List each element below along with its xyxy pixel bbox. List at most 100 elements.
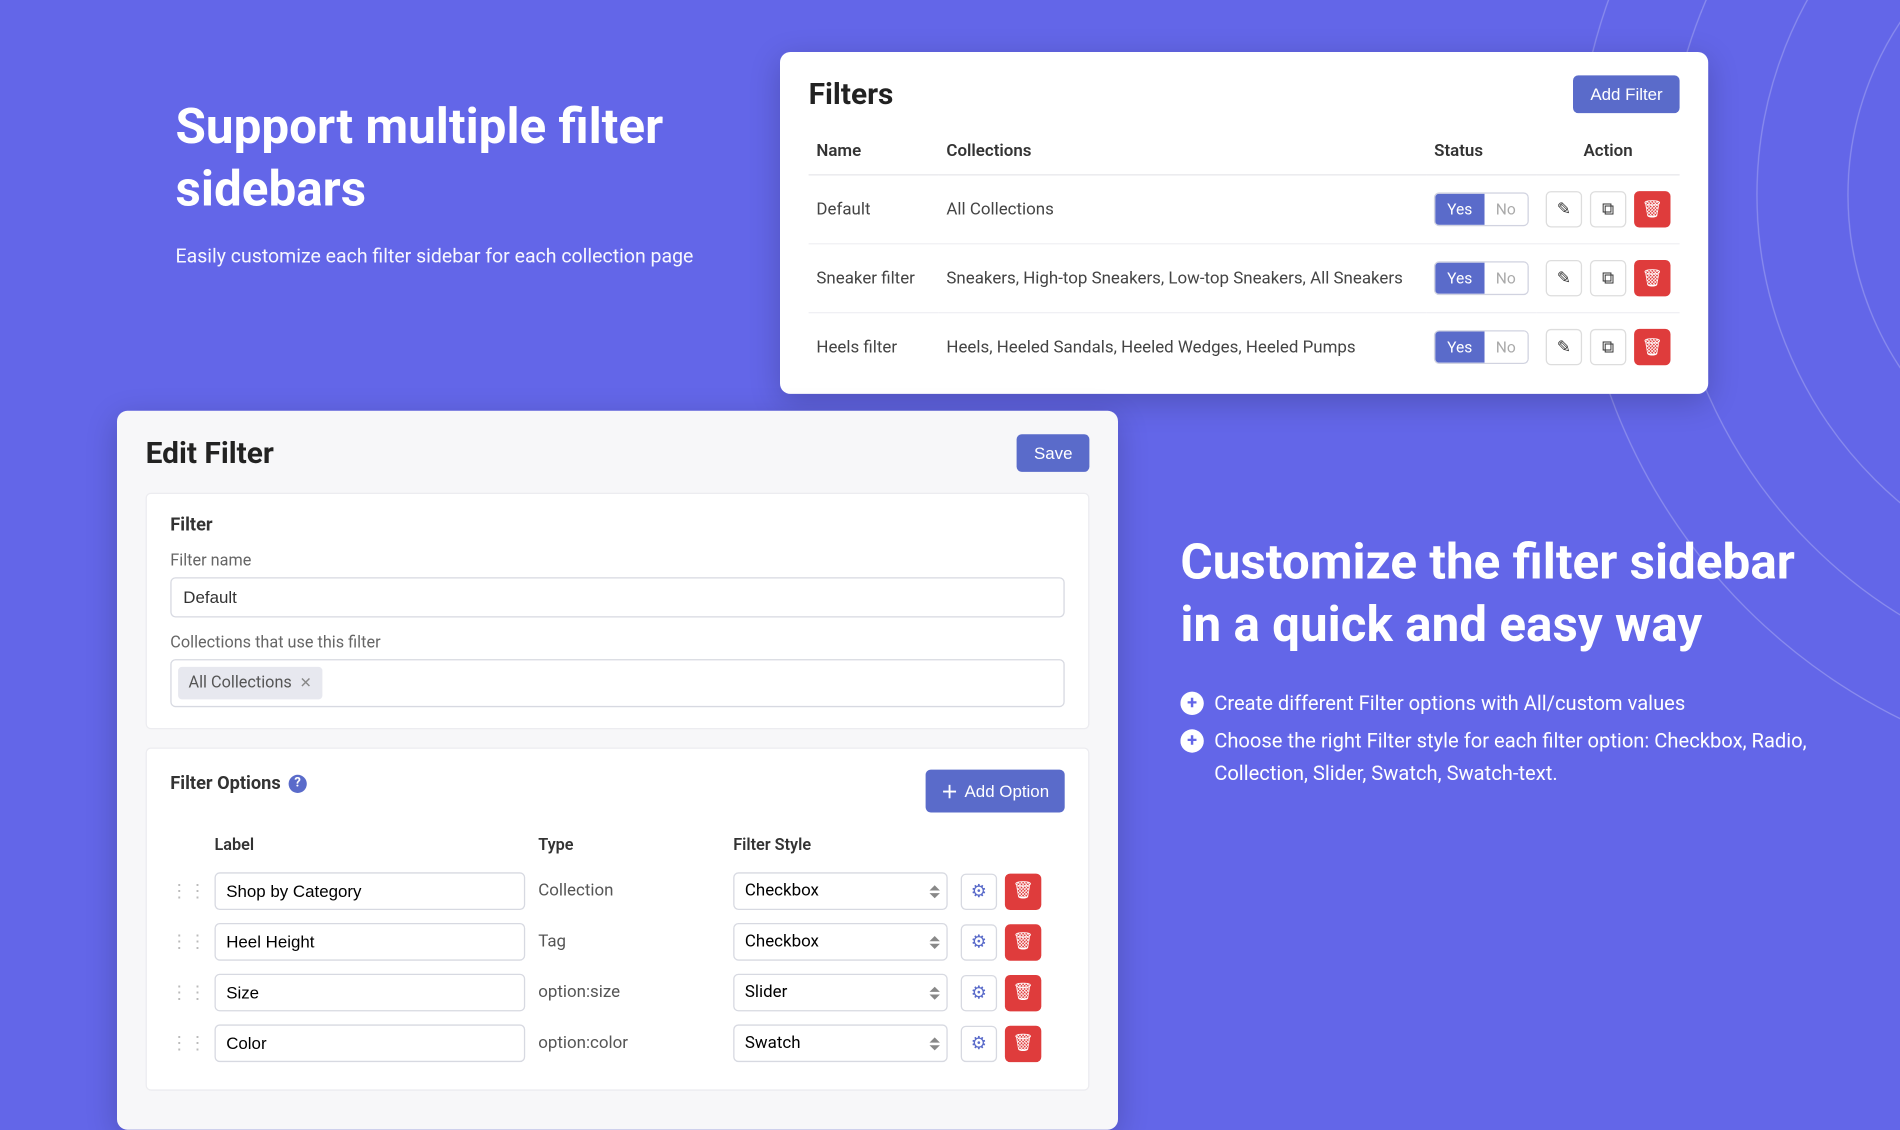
filter-name-cell: Default [809, 175, 939, 244]
gear-icon[interactable]: ⚙ [961, 924, 997, 960]
stepper-arrows-icon[interactable] [929, 986, 939, 999]
toggle-yes[interactable]: Yes [1435, 194, 1484, 225]
filter-options-heading: Filter Options ? [170, 773, 306, 794]
delete-icon[interactable]: 🗑 [1005, 974, 1041, 1010]
gear-icon[interactable]: ⚙ [961, 873, 997, 909]
filter-options-panel: Filter Options ? ＋ Add Option Label Type… [146, 748, 1090, 1091]
filter-name-cell: Heels filter [809, 313, 939, 381]
delete-icon[interactable]: 🗑 [1634, 260, 1670, 296]
th-type: Type [538, 836, 720, 856]
toggle-no[interactable]: No [1484, 332, 1527, 363]
option-type: Collection [538, 881, 720, 901]
option-type: option:size [538, 983, 720, 1003]
th-style: Filter Style [733, 836, 948, 856]
filter-style-select[interactable]: Swatch [733, 1024, 948, 1062]
hero2-bullet: + Create different Filter options with A… [1180, 688, 1830, 720]
hero1-subtitle: Easily customize each filter sidebar for… [176, 244, 800, 267]
status-toggle[interactable]: YesNo [1434, 261, 1529, 295]
option-label-input[interactable] [214, 923, 525, 961]
th-status: Status [1426, 129, 1536, 175]
toggle-yes[interactable]: Yes [1435, 263, 1484, 294]
toggle-yes[interactable]: Yes [1435, 332, 1484, 363]
filter-name-input[interactable] [170, 577, 1064, 617]
gear-icon[interactable]: ⚙ [961, 974, 997, 1010]
delete-icon[interactable]: 🗑 [1005, 924, 1041, 960]
option-label-input[interactable] [214, 1024, 525, 1062]
copy-icon[interactable]: ⧉ [1590, 191, 1626, 227]
gear-icon[interactable]: ⚙ [961, 1025, 997, 1061]
drag-handle-icon[interactable]: ⋮⋮ [170, 881, 201, 902]
edit-icon[interactable]: ✎ [1546, 191, 1582, 227]
filters-card: Filters Add Filter Name Collections Stat… [780, 52, 1708, 394]
filter-style-select[interactable]: Checkbox [733, 923, 948, 961]
status-toggle[interactable]: YesNo [1434, 330, 1529, 364]
filter-collections-cell: Sneakers, High-top Sneakers, Low-top Sne… [939, 244, 1427, 313]
delete-icon[interactable]: 🗑 [1634, 191, 1670, 227]
copy-icon[interactable]: ⧉ [1590, 260, 1626, 296]
filter-options-heading-text: Filter Options [170, 773, 280, 794]
hero2-bullet-text: Choose the right Filter style for each f… [1214, 725, 1830, 789]
hero1-title: Support multiple filter sidebars [176, 98, 800, 221]
option-type: option:color [538, 1034, 720, 1054]
toggle-no[interactable]: No [1484, 194, 1527, 225]
stepper-arrows-icon[interactable] [929, 1037, 939, 1050]
option-label-input[interactable] [214, 974, 525, 1012]
stepper-arrows-icon[interactable] [929, 885, 939, 898]
edit-filter-title: Edit Filter [146, 435, 274, 470]
drag-handle-icon[interactable]: ⋮⋮ [170, 982, 201, 1003]
filter-panel: Filter Filter name Collections that use … [146, 493, 1090, 730]
filter-panel-heading: Filter [170, 515, 1064, 536]
edit-icon[interactable]: ✎ [1546, 329, 1582, 365]
filter-style-value: Checkbox [733, 872, 948, 910]
save-button[interactable]: Save [1017, 434, 1089, 472]
close-icon[interactable]: ✕ [300, 675, 312, 692]
option-type: Tag [538, 932, 720, 952]
th-label: Label [214, 836, 525, 856]
hero2-bullet-text: Create different Filter options with All… [1214, 688, 1685, 720]
filters-table: Name Collections Status Action DefaultAl… [809, 129, 1680, 381]
toggle-no[interactable]: No [1484, 263, 1527, 294]
filter-style-value: Checkbox [733, 923, 948, 961]
filter-collections-cell: Heels, Heeled Sandals, Heeled Wedges, He… [939, 313, 1427, 381]
filter-style-select[interactable]: Checkbox [733, 872, 948, 910]
delete-icon[interactable]: 🗑 [1005, 1025, 1041, 1061]
delete-icon[interactable]: 🗑 [1634, 329, 1670, 365]
th-action: Action [1537, 129, 1680, 175]
filter-row: DefaultAll CollectionsYesNo✎⧉🗑 [809, 175, 1680, 244]
filter-row: Heels filterHeels, Heeled Sandals, Heele… [809, 313, 1680, 381]
option-row: ⋮⋮ Tag Checkbox ⚙🗑 [170, 916, 1064, 967]
filter-name-label: Filter name [170, 551, 1064, 571]
collection-tag[interactable]: All Collections ✕ [178, 667, 322, 700]
stepper-arrows-icon[interactable] [929, 935, 939, 948]
plus-icon: + [1180, 692, 1203, 715]
edit-filter-card: Edit Filter Save Filter Filter name Coll… [117, 411, 1118, 1130]
collections-label: Collections that use this filter [170, 633, 1064, 653]
copy-icon[interactable]: ⧉ [1590, 329, 1626, 365]
help-icon[interactable]: ? [288, 774, 306, 792]
plus-icon: ＋ [941, 779, 958, 804]
collection-tag-label: All Collections [189, 673, 292, 693]
delete-icon[interactable]: 🗑 [1005, 873, 1041, 909]
add-option-button[interactable]: ＋ Add Option [926, 770, 1065, 813]
status-toggle[interactable]: YesNo [1434, 192, 1529, 226]
th-collections: Collections [939, 129, 1427, 175]
filter-row: Sneaker filterSneakers, High-top Sneaker… [809, 244, 1680, 313]
collections-input[interactable]: All Collections ✕ [170, 659, 1064, 707]
hero2-title: Customize the filter sidebar in a quick … [1180, 533, 1830, 657]
th-name: Name [809, 129, 939, 175]
edit-icon[interactable]: ✎ [1546, 260, 1582, 296]
filter-style-select[interactable]: Slider [733, 974, 948, 1012]
option-row: ⋮⋮ Collection Checkbox ⚙🗑 [170, 866, 1064, 917]
filter-style-value: Swatch [733, 1024, 948, 1062]
filter-name-cell: Sneaker filter [809, 244, 939, 313]
filter-collections-cell: All Collections [939, 175, 1427, 244]
filter-style-value: Slider [733, 974, 948, 1012]
drag-handle-icon[interactable]: ⋮⋮ [170, 931, 201, 952]
option-row: ⋮⋮ option:color Swatch ⚙🗑 [170, 1018, 1064, 1069]
add-option-label: Add Option [965, 781, 1050, 801]
plus-icon: + [1180, 729, 1203, 752]
hero2-bullet: + Choose the right Filter style for each… [1180, 725, 1830, 789]
option-label-input[interactable] [214, 872, 525, 910]
drag-handle-icon[interactable]: ⋮⋮ [170, 1033, 201, 1054]
add-filter-button[interactable]: Add Filter [1573, 75, 1679, 113]
